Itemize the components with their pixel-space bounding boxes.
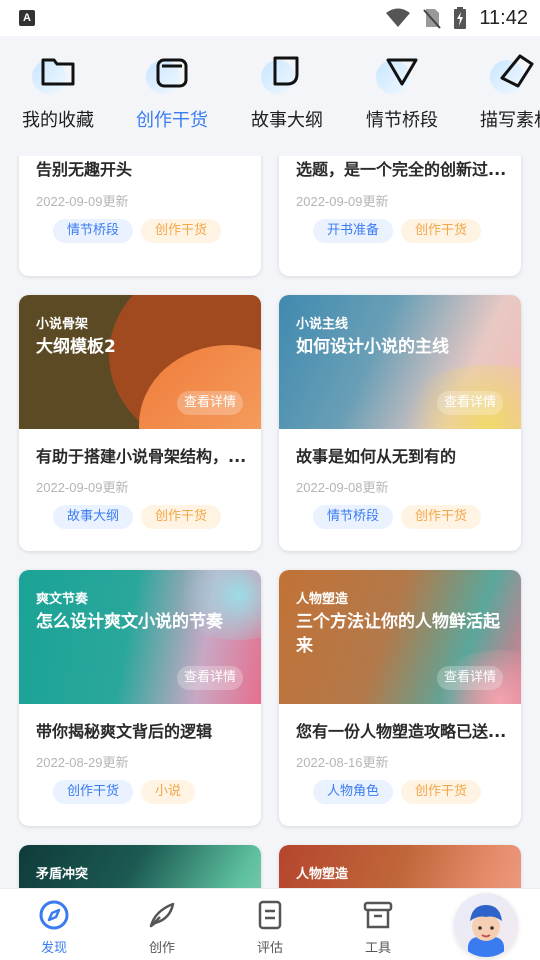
nav-label: 故事大纲 bbox=[251, 110, 323, 131]
category-nav: 我的收藏 创作干货 故事大纲 情节桥段 描写素材 bbox=[0, 36, 540, 156]
document-icon bbox=[258, 900, 282, 930]
tag[interactable]: 创作干货 bbox=[141, 505, 222, 529]
compass-icon bbox=[39, 900, 69, 930]
nav-label: 情节桥段 bbox=[366, 110, 438, 131]
nav-item-story-outline[interactable]: 故事大纲 bbox=[229, 36, 345, 156]
archive-box-icon bbox=[363, 901, 393, 929]
avatar-icon bbox=[468, 905, 504, 957]
folder-icon bbox=[32, 50, 80, 94]
article-feed: 告别无趣开头 2022-09-09更新 情节桥段 创作干货 选题，是一个完全的创… bbox=[0, 156, 540, 888]
view-details-button[interactable]: 查看详情 bbox=[437, 391, 503, 415]
triangle-icon bbox=[376, 50, 424, 94]
card-title: 带你揭秘爽文背后的逻辑 bbox=[36, 722, 213, 741]
view-details-button[interactable]: 查看详情 bbox=[177, 391, 243, 415]
cover-title: 如何设计小说的主线 bbox=[296, 337, 449, 357]
tag-icon bbox=[490, 50, 538, 94]
nav-label: 描写素材 bbox=[480, 110, 540, 131]
card-date: 2022-08-29更新 bbox=[36, 755, 129, 770]
avatar[interactable] bbox=[454, 893, 518, 957]
article-card[interactable]: 选题，是一个完全的创新过... 2022-09-09更新 开书准备 创作干货 bbox=[279, 156, 521, 276]
article-card[interactable]: 小说骨架 大纲模板2 查看详情 有助于搭建小说骨架结构，... 2022-09-… bbox=[19, 295, 261, 551]
card-date: 2022-09-09更新 bbox=[36, 480, 129, 495]
card-title: 有助于搭建小说骨架结构，... bbox=[36, 447, 246, 466]
view-details-button[interactable]: 查看详情 bbox=[437, 666, 503, 690]
card-title: 故事是如何从无到有的 bbox=[296, 447, 457, 466]
nav-item-description-material[interactable]: 描写素材 bbox=[458, 36, 540, 156]
article-card[interactable]: 小说主线 如何设计小说的主线 查看详情 故事是如何从无到有的 2022-09-0… bbox=[279, 295, 521, 551]
tag[interactable]: 人物角色 bbox=[313, 780, 394, 804]
cover-category: 矛盾冲突 bbox=[36, 867, 89, 882]
card-cover: 人物塑造 bbox=[279, 845, 521, 888]
tag[interactable]: 创作干货 bbox=[401, 219, 482, 243]
cover-category: 小说主线 bbox=[296, 317, 349, 332]
nav-item-favorites[interactable]: 我的收藏 bbox=[0, 36, 116, 156]
nav-label: 创作干货 bbox=[136, 110, 208, 131]
box-icon bbox=[146, 50, 194, 94]
tag[interactable]: 创作干货 bbox=[401, 780, 482, 804]
article-card[interactable]: 人物塑造 bbox=[279, 845, 521, 888]
cover-category: 人物塑造 bbox=[296, 592, 349, 607]
article-card[interactable]: 爽文节奏 怎么设计爽文小说的节奏 查看详情 带你揭秘爽文背后的逻辑 2022-0… bbox=[19, 570, 261, 826]
cover-title: 大纲模板2 bbox=[36, 337, 116, 357]
tag[interactable]: 情节桥段 bbox=[313, 505, 394, 529]
tag[interactable]: 开书准备 bbox=[313, 219, 394, 243]
nav-item-writing-tips[interactable]: 创作干货 bbox=[114, 36, 230, 156]
tag[interactable]: 创作干货 bbox=[53, 780, 134, 804]
card-title: 您有一份人物塑造攻略已送... bbox=[296, 722, 506, 741]
cover-title: 怎么设计爽文小说的节奏 bbox=[36, 612, 223, 632]
card-cover: 爽文节奏 怎么设计爽文小说的节奏 查看详情 bbox=[19, 570, 261, 704]
tab-evaluate[interactable]: 评估 bbox=[216, 889, 324, 960]
clock: 11:42 bbox=[479, 6, 528, 29]
cover-category: 小说骨架 bbox=[36, 317, 89, 332]
card-date: 2022-09-09更新 bbox=[36, 194, 129, 209]
article-card[interactable]: 告别无趣开头 2022-09-09更新 情节桥段 创作干货 bbox=[19, 156, 261, 276]
quill-icon bbox=[149, 902, 175, 928]
tab-label: 发现 bbox=[40, 941, 67, 956]
tab-create[interactable]: 创作 bbox=[108, 889, 216, 960]
cover-category: 爽文节奏 bbox=[36, 592, 89, 607]
bottom-tab-bar: 发现 创作 评估 工具 bbox=[0, 888, 540, 960]
nav-item-plot-bridges[interactable]: 情节桥段 bbox=[344, 36, 460, 156]
tag[interactable]: 情节桥段 bbox=[53, 219, 134, 243]
card-title: 告别无趣开头 bbox=[36, 160, 133, 179]
card-cover: 小说主线 如何设计小说的主线 查看详情 bbox=[279, 295, 521, 429]
tab-label: 创作 bbox=[148, 941, 175, 956]
tab-label: 工具 bbox=[364, 941, 391, 956]
article-card[interactable]: 矛盾冲突 bbox=[19, 845, 261, 888]
article-card[interactable]: 人物塑造 三个方法让你的人物鲜活起来 查看详情 您有一份人物塑造攻略已送... … bbox=[279, 570, 521, 826]
no-sim-icon bbox=[423, 9, 442, 29]
tab-discover[interactable]: 发现 bbox=[0, 889, 108, 960]
card-cover: 人物塑造 三个方法让你的人物鲜活起来 查看详情 bbox=[279, 570, 521, 704]
wifi-icon bbox=[386, 8, 411, 27]
note-icon bbox=[261, 50, 309, 94]
tag[interactable]: 小说 bbox=[141, 780, 196, 804]
status-bar: A 11:42 bbox=[0, 0, 540, 36]
card-date: 2022-09-09更新 bbox=[296, 194, 389, 209]
tag[interactable]: 创作干货 bbox=[401, 505, 482, 529]
battery-icon bbox=[454, 7, 467, 29]
tab-label: 评估 bbox=[256, 941, 283, 956]
cover-category: 人物塑造 bbox=[296, 867, 349, 882]
notification-icon: A bbox=[19, 10, 35, 26]
card-cover: 小说骨架 大纲模板2 查看详情 bbox=[19, 295, 261, 429]
card-title: 选题，是一个完全的创新过... bbox=[296, 160, 506, 179]
nav-label: 我的收藏 bbox=[22, 110, 94, 131]
card-date: 2022-08-16更新 bbox=[296, 755, 389, 770]
card-date: 2022-09-08更新 bbox=[296, 480, 389, 495]
view-details-button[interactable]: 查看详情 bbox=[177, 666, 243, 690]
tab-tools[interactable]: 工具 bbox=[324, 889, 432, 960]
tag[interactable]: 故事大纲 bbox=[53, 505, 134, 529]
card-cover: 矛盾冲突 bbox=[19, 845, 261, 888]
cover-title: 三个方法让你的人物鲜活起来 bbox=[296, 612, 500, 656]
tag[interactable]: 创作干货 bbox=[141, 219, 222, 243]
